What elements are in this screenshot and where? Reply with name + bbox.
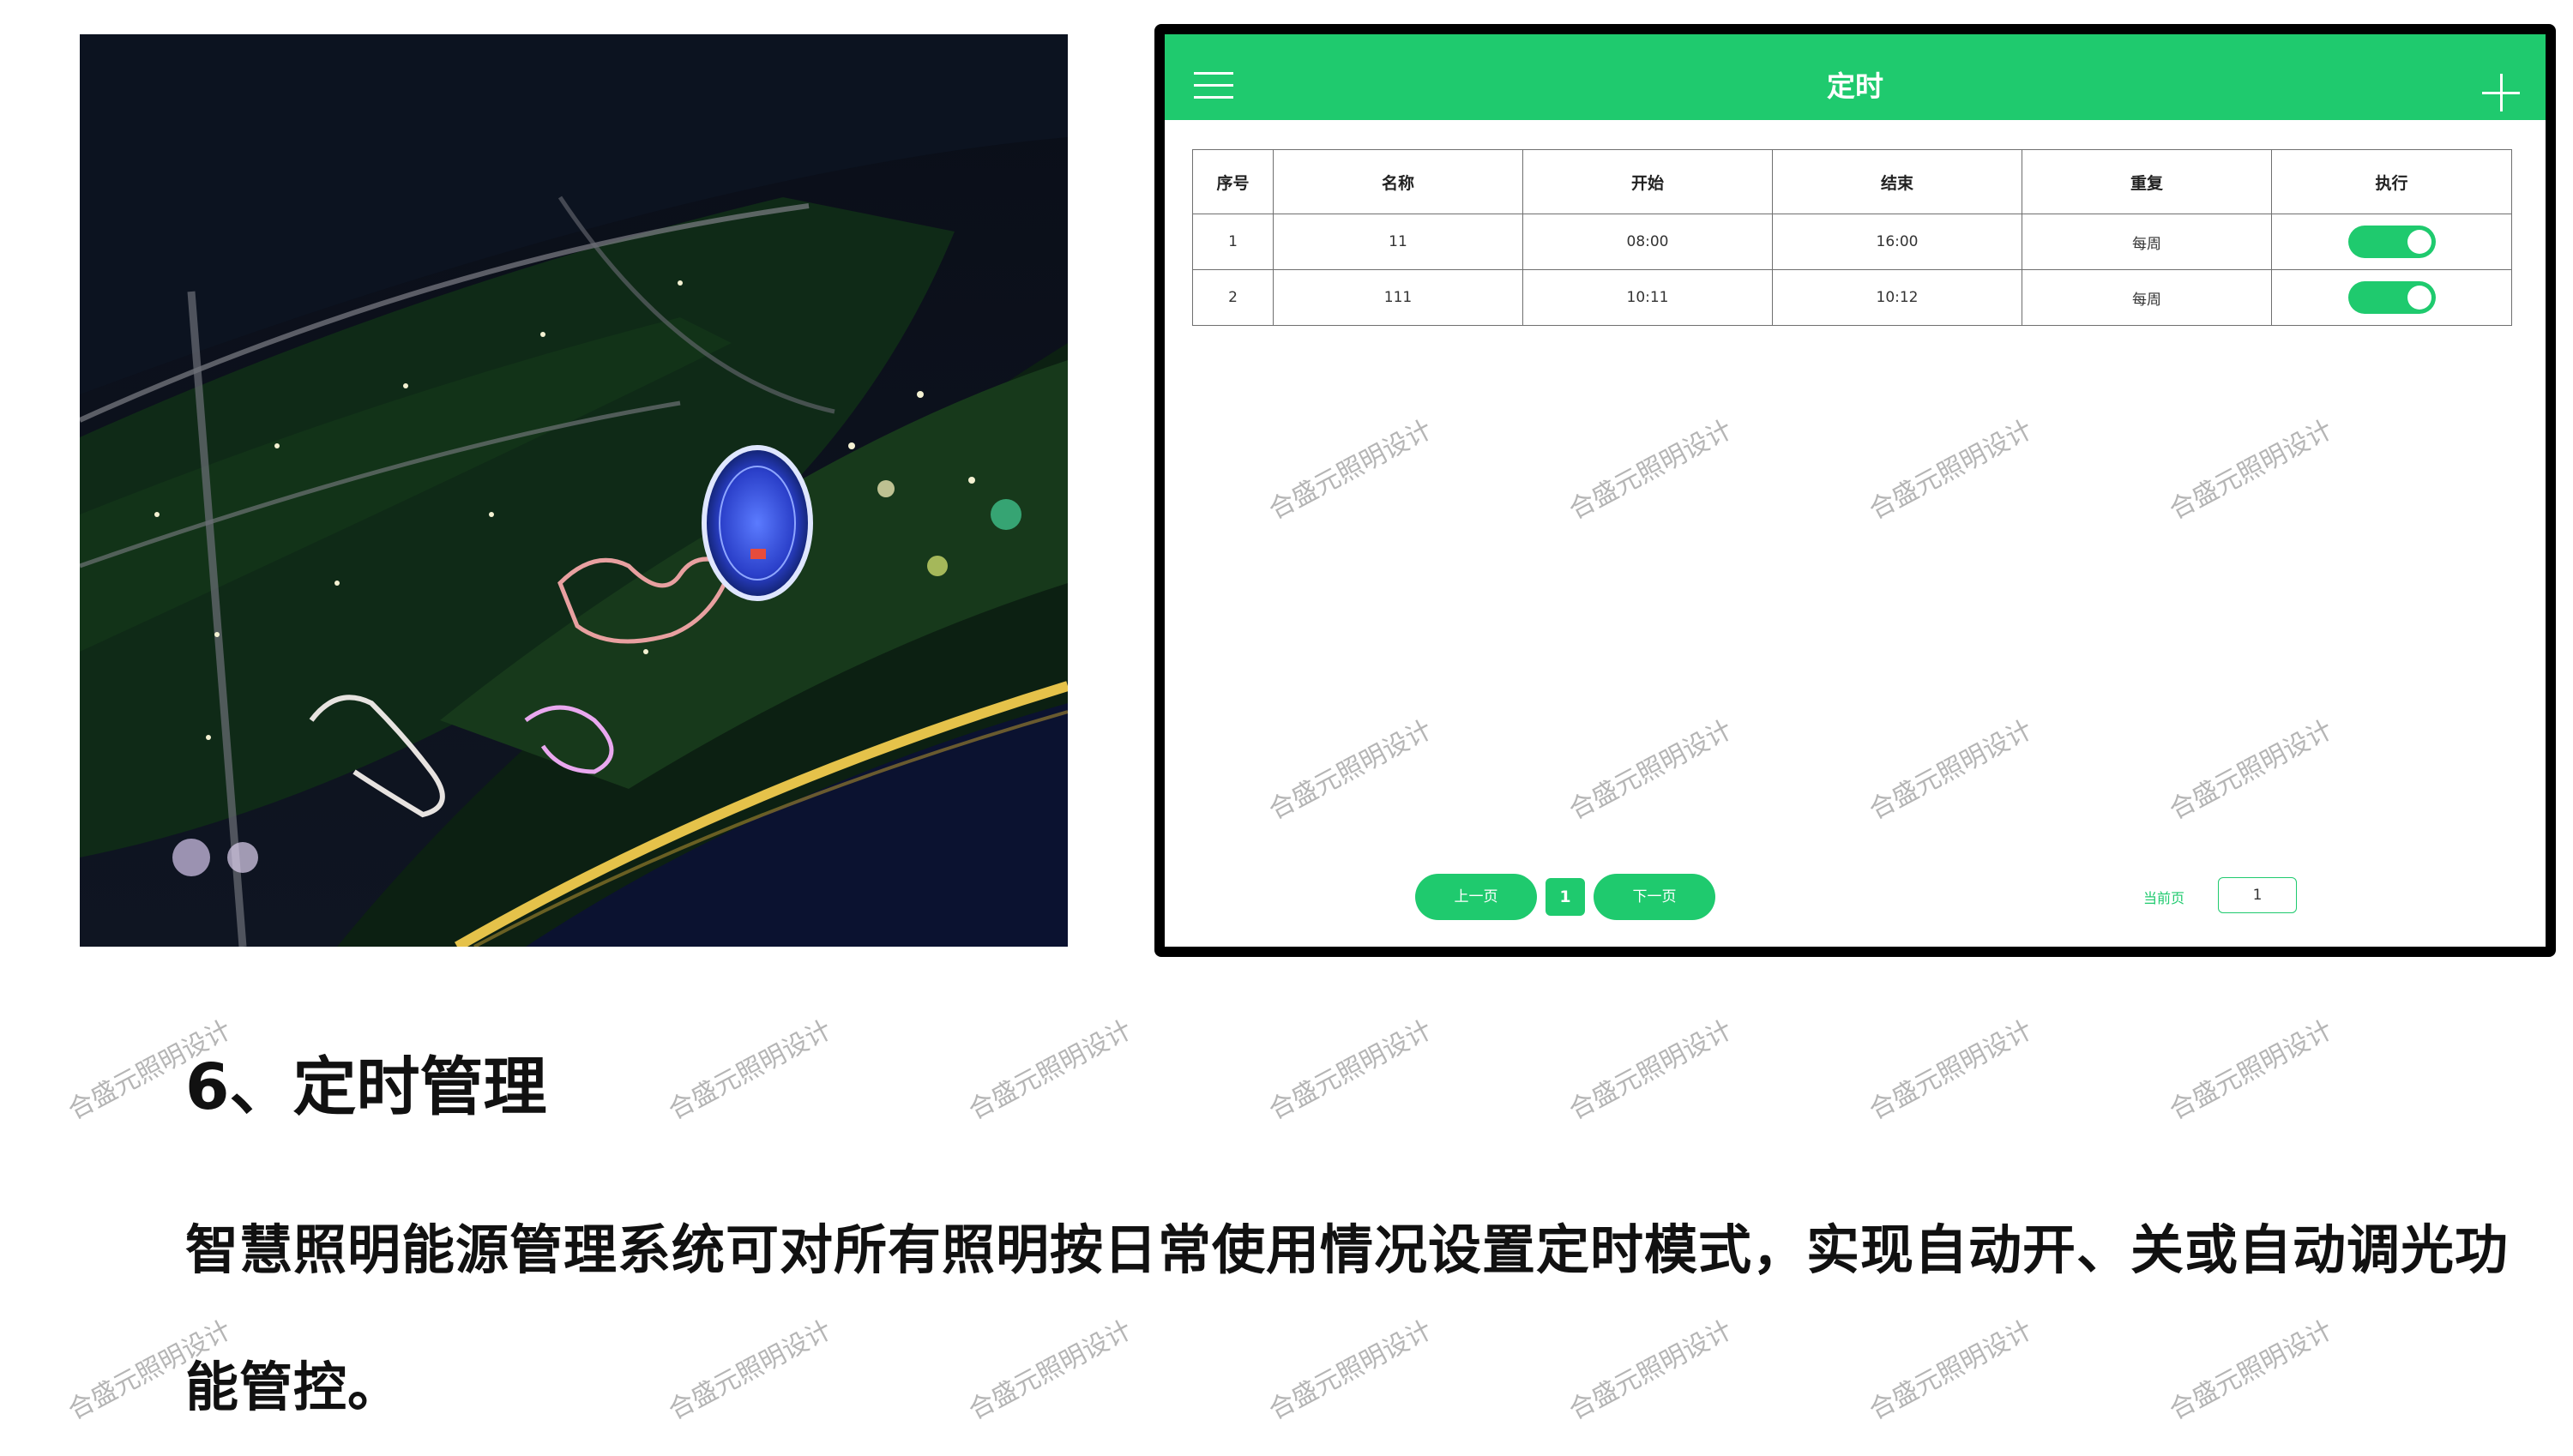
- watermark-text: 合盛元照明设计: [1864, 1014, 2038, 1126]
- end-time: 10:12: [1772, 269, 2022, 326]
- table-row: 1 11 08:00 16:00 每周: [1192, 214, 2512, 270]
- execute-toggle[interactable]: [2347, 226, 2436, 258]
- column-header-execute: 执行: [2271, 149, 2512, 214]
- watermark-text: 合盛元照明设计: [1564, 1014, 1738, 1126]
- execute-toggle[interactable]: [2347, 281, 2436, 314]
- row-index: 1: [1192, 214, 1274, 270]
- column-header-start: 开始: [1522, 149, 1773, 214]
- repeat-mode: 每周: [2022, 214, 2272, 270]
- start-time: 10:11: [1522, 269, 1773, 326]
- current-page-label: 当前页: [2143, 890, 2185, 906]
- table-header-row: 序号 名称 开始 结束 重复 执行: [1192, 149, 2512, 214]
- plus-icon[interactable]: [2482, 74, 2520, 111]
- next-page-button[interactable]: 下一页: [1594, 874, 1715, 920]
- column-header-end: 结束: [1772, 149, 2022, 214]
- prev-page-button[interactable]: 上一页: [1415, 874, 1537, 920]
- column-header-repeat: 重复: [2022, 149, 2272, 214]
- repeat-mode: 每周: [2022, 269, 2272, 326]
- start-time: 08:00: [1522, 214, 1773, 270]
- watermark-text: 合盛元照明设计: [2164, 1014, 2338, 1126]
- end-time: 16:00: [1772, 214, 2022, 270]
- timer-name-link[interactable]: 11: [1273, 214, 1523, 270]
- execute-cell: [2271, 269, 2512, 326]
- watermark-text: 合盛元照明设计: [1263, 1014, 1437, 1126]
- section-heading: 6、定时管理: [185, 1050, 547, 1124]
- current-page-indicator[interactable]: 1: [1546, 878, 1585, 916]
- watermark-text: 合盛元照明设计: [663, 1014, 837, 1126]
- column-header-index: 序号: [1192, 149, 1274, 214]
- execute-cell: [2271, 214, 2512, 270]
- current-page-input[interactable]: [2218, 877, 2297, 913]
- timer-name-link[interactable]: 111: [1273, 269, 1523, 326]
- section-paragraph: 智慧照明能源管理系统可对所有照明按日常使用情况设置定时模式，实现自动开、关或自动…: [185, 1218, 2510, 1418]
- night-aerial-park-photo: [80, 34, 1068, 947]
- watermark-text: 合盛元照明设计: [963, 1014, 1137, 1126]
- row-index: 2: [1192, 269, 1274, 326]
- app-screenshot-frame: 定时 序号 名称 开始 结束 重复 执行 1 11 08:00 16:00 每周…: [1154, 24, 2556, 957]
- app-header-bar: 定时: [1165, 34, 2546, 120]
- timer-table: 序号 名称 开始 结束 重复 执行 1 11 08:00 16:00 每周 2 …: [1192, 149, 2512, 326]
- park-night-illustration: [80, 34, 1068, 947]
- page-title: 定时: [1827, 69, 1883, 103]
- table-row: 2 111 10:11 10:12 每周: [1192, 269, 2512, 326]
- column-header-name: 名称: [1273, 149, 1523, 214]
- app-screen: 定时 序号 名称 开始 结束 重复 执行 1 11 08:00 16:00 每周…: [1165, 34, 2546, 947]
